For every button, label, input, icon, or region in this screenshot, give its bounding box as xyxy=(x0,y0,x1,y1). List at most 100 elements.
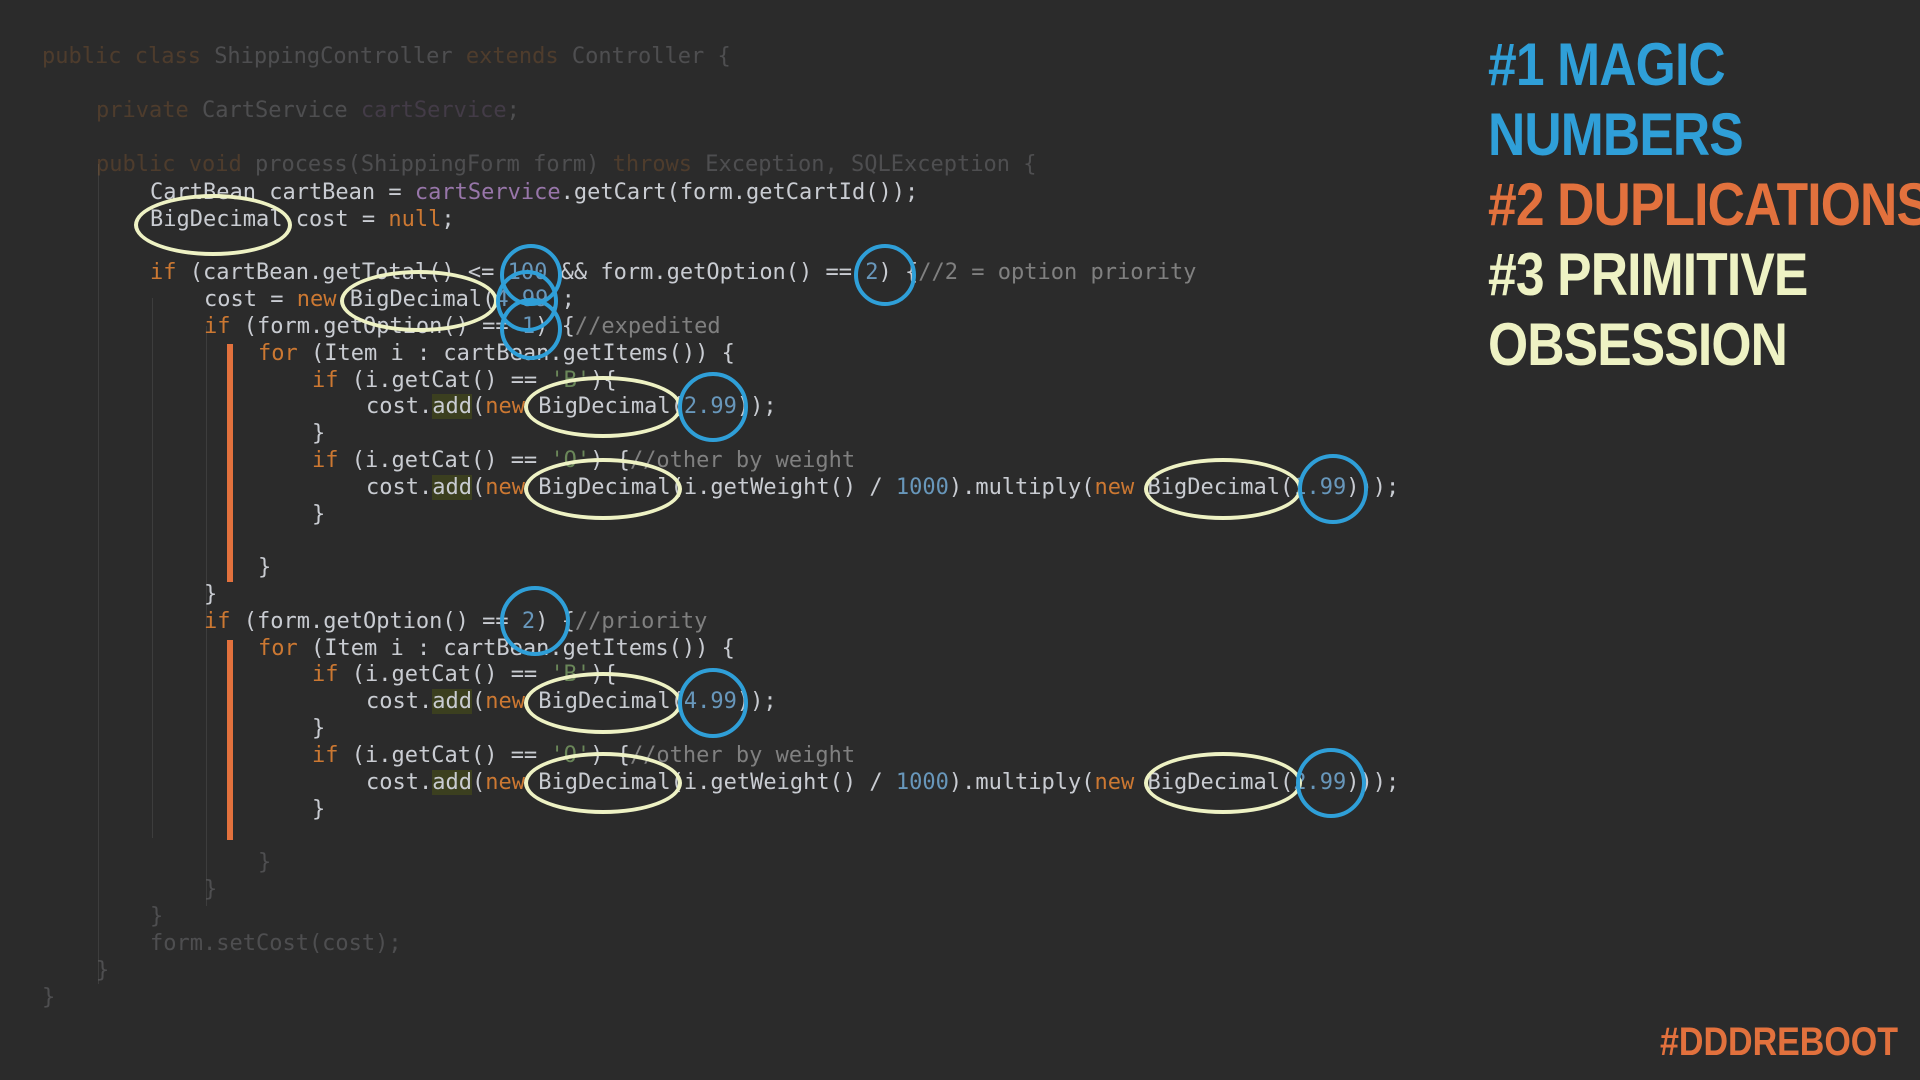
code-token: } xyxy=(96,958,110,983)
magic-number-ring xyxy=(854,244,916,306)
code-line: form.setCost(cost); xyxy=(150,931,402,957)
code-token: process xyxy=(254,152,348,177)
code-line: } xyxy=(96,958,109,984)
code-token: { xyxy=(1009,152,1037,177)
primitive-obsession-ring xyxy=(524,672,682,734)
code-token: (form.getOption() == xyxy=(243,609,522,634)
code-line: } xyxy=(258,555,271,581)
code-token: extends xyxy=(452,44,572,69)
code-token: ( xyxy=(471,475,486,500)
code-token: if xyxy=(312,448,352,473)
code-line: } xyxy=(258,850,271,876)
code-token: ).multiply( xyxy=(948,475,1095,500)
indent-guide xyxy=(98,164,99,984)
code-line: } xyxy=(150,904,163,930)
code-token: new xyxy=(1094,770,1148,795)
code-token: if xyxy=(312,743,352,768)
code-line: public class ShippingController extends … xyxy=(42,44,731,70)
primitive-obsession-ring xyxy=(524,752,682,814)
primitive-obsession-ring xyxy=(1144,752,1302,814)
headline-magic-numbers: #1 MAGIC xyxy=(1488,31,1726,98)
code-token: } xyxy=(312,716,326,741)
code-token: } xyxy=(258,555,272,580)
code-line: for (Item i : cartBean.getItems()) { xyxy=(258,341,735,367)
code-token: (i.getCat() == xyxy=(351,662,551,687)
code-token: ShippingController xyxy=(214,44,453,69)
code-token: } xyxy=(204,582,218,607)
primitive-obsession-ring xyxy=(134,194,292,256)
code-token: } xyxy=(312,421,326,446)
code-token: null xyxy=(388,207,442,232)
code-token: //expedited xyxy=(574,314,721,339)
code-token: (i.getCat() == xyxy=(351,743,551,768)
code-token: cartService xyxy=(414,180,561,205)
code-line: } xyxy=(204,877,217,903)
code-line: public void process(ShippingForm form) t… xyxy=(96,152,1036,178)
code-token: Exception, xyxy=(705,152,851,177)
magic-number-ring xyxy=(678,372,748,442)
headline-duplications: #2 DUPLICATIONS xyxy=(1488,171,1920,238)
event-hashtag: #DDDREBOOT xyxy=(1659,1020,1898,1064)
magic-number-ring xyxy=(500,586,570,656)
code-token: } xyxy=(150,904,164,929)
code-token: 1000 xyxy=(895,475,949,500)
code-token: } xyxy=(42,985,56,1010)
code-token: add xyxy=(432,475,472,500)
code-token: add xyxy=(432,394,472,419)
code-line: } xyxy=(204,582,217,608)
code-token: (i.getCat() == xyxy=(351,368,551,393)
code-token: public void xyxy=(96,152,255,177)
code-token: form.setCost(cost); xyxy=(150,931,402,956)
code-token: if xyxy=(204,609,244,634)
code-token: for xyxy=(258,341,311,366)
code-line: if (form.getOption() == 2) {//priority xyxy=(204,609,707,635)
headline-primitive-obsession-cont: OBSESSION xyxy=(1488,311,1788,378)
duplication-marker-bar xyxy=(227,640,233,840)
code-token: } xyxy=(312,797,326,822)
code-token: add xyxy=(432,770,472,795)
code-token: ; xyxy=(441,207,455,232)
code-token: SQLException xyxy=(851,152,1010,177)
code-token: cost. xyxy=(366,770,433,795)
code-token: } xyxy=(258,850,272,875)
code-token: ( xyxy=(471,689,486,714)
headline-magic-numbers-cont: NUMBERS xyxy=(1488,101,1744,168)
code-token: if xyxy=(312,368,352,393)
slide: public class ShippingController extends … xyxy=(0,0,1920,1080)
code-token: Controller { xyxy=(571,44,731,69)
code-line: private CartService cartService; xyxy=(96,98,520,124)
code-line: } xyxy=(312,421,325,447)
magic-number-ring xyxy=(678,668,748,738)
code-line: } xyxy=(312,716,325,742)
code-token: } xyxy=(204,877,218,902)
magic-number-ring xyxy=(500,298,562,360)
indent-guide xyxy=(152,298,153,838)
code-line: } xyxy=(312,797,325,823)
code-line: } xyxy=(312,502,325,528)
duplication-marker-bar xyxy=(227,344,233,582)
code-token: //2 = option priority xyxy=(918,260,1197,285)
code-token: if xyxy=(204,314,244,339)
magic-number-ring xyxy=(1296,748,1366,818)
primitive-obsession-ring xyxy=(524,376,682,438)
code-token: if xyxy=(150,260,190,285)
code-token: private xyxy=(96,98,202,123)
code-token: cost. xyxy=(366,475,433,500)
headline-primitive-obsession: #3 PRIMITIVE xyxy=(1488,241,1808,308)
code-token: ( xyxy=(471,770,486,795)
code-token: cost. xyxy=(366,394,433,419)
code-line: } xyxy=(42,985,55,1011)
code-token: .getCart(form.getCartId()); xyxy=(560,180,919,205)
code-token: if xyxy=(312,662,352,687)
primitive-obsession-ring xyxy=(524,458,682,520)
code-line: for (Item i : cartBean.getItems()) { xyxy=(258,636,735,662)
code-token: ).multiply( xyxy=(948,770,1095,795)
code-token: add xyxy=(432,689,472,714)
code-token: new xyxy=(1094,475,1148,500)
code-token: throws xyxy=(612,152,706,177)
code-token: cost. xyxy=(366,689,433,714)
code-token: CartService xyxy=(201,98,361,123)
code-line: if (cartBean.getTotal() <= 100 && form.g… xyxy=(150,260,1196,286)
code-token: ( xyxy=(471,394,486,419)
code-token: (ShippingForm form) xyxy=(347,152,613,177)
